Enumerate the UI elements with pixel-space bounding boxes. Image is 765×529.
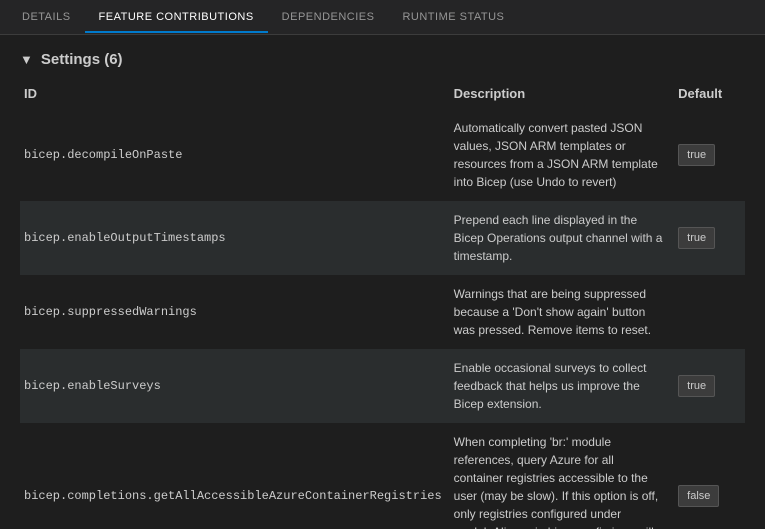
section-title: Settings (6)	[41, 51, 123, 68]
section-header: ▼ Settings (6)	[20, 51, 745, 68]
default-badge: false	[678, 485, 719, 508]
row-id: bicep.completions.getAllAccessibleAzureC…	[20, 423, 450, 529]
col-header-description: Description	[450, 82, 674, 109]
col-header-id: ID	[20, 82, 450, 109]
tab-runtime-status[interactable]: RUNTIME STATUS	[388, 3, 518, 33]
row-default: true	[674, 201, 745, 275]
row-id: bicep.suppressedWarnings	[20, 275, 450, 349]
table-row: bicep.enableOutputTimestampsPrepend each…	[20, 201, 745, 275]
tab-feature-contributions[interactable]: FEATURE CONTRIBUTIONS	[85, 3, 268, 33]
row-id: bicep.decompileOnPaste	[20, 109, 450, 201]
main-content: ▼ Settings (6) ID Description Default bi…	[0, 35, 765, 529]
row-default: false	[674, 423, 745, 529]
row-id: bicep.enableSurveys	[20, 349, 450, 423]
tab-details[interactable]: DETAILS	[8, 3, 85, 33]
row-description: Enable occasional surveys to collect fee…	[450, 349, 674, 423]
table-row: bicep.suppressedWarningsWarnings that ar…	[20, 275, 745, 349]
row-default: true	[674, 349, 745, 423]
row-description: Warnings that are being suppressed becau…	[450, 275, 674, 349]
row-id: bicep.enableOutputTimestamps	[20, 201, 450, 275]
feature-table: ID Description Default bicep.decompileOn…	[20, 82, 745, 529]
row-default: true	[674, 109, 745, 201]
default-badge: true	[678, 375, 715, 398]
row-description: When completing 'br:' module references,…	[450, 423, 674, 529]
collapse-triangle[interactable]: ▼	[20, 52, 33, 67]
default-badge: true	[678, 227, 715, 250]
col-header-default: Default	[674, 82, 745, 109]
row-default	[674, 275, 745, 349]
tab-bar: DETAILS FEATURE CONTRIBUTIONS DEPENDENCI…	[0, 0, 765, 35]
table-row: bicep.decompileOnPasteAutomatically conv…	[20, 109, 745, 201]
default-badge: true	[678, 144, 715, 167]
table-row: bicep.completions.getAllAccessibleAzureC…	[20, 423, 745, 529]
table-row: bicep.enableSurveysEnable occasional sur…	[20, 349, 745, 423]
row-description: Automatically convert pasted JSON values…	[450, 109, 674, 201]
tab-dependencies[interactable]: DEPENDENCIES	[268, 3, 389, 33]
row-description: Prepend each line displayed in the Bicep…	[450, 201, 674, 275]
